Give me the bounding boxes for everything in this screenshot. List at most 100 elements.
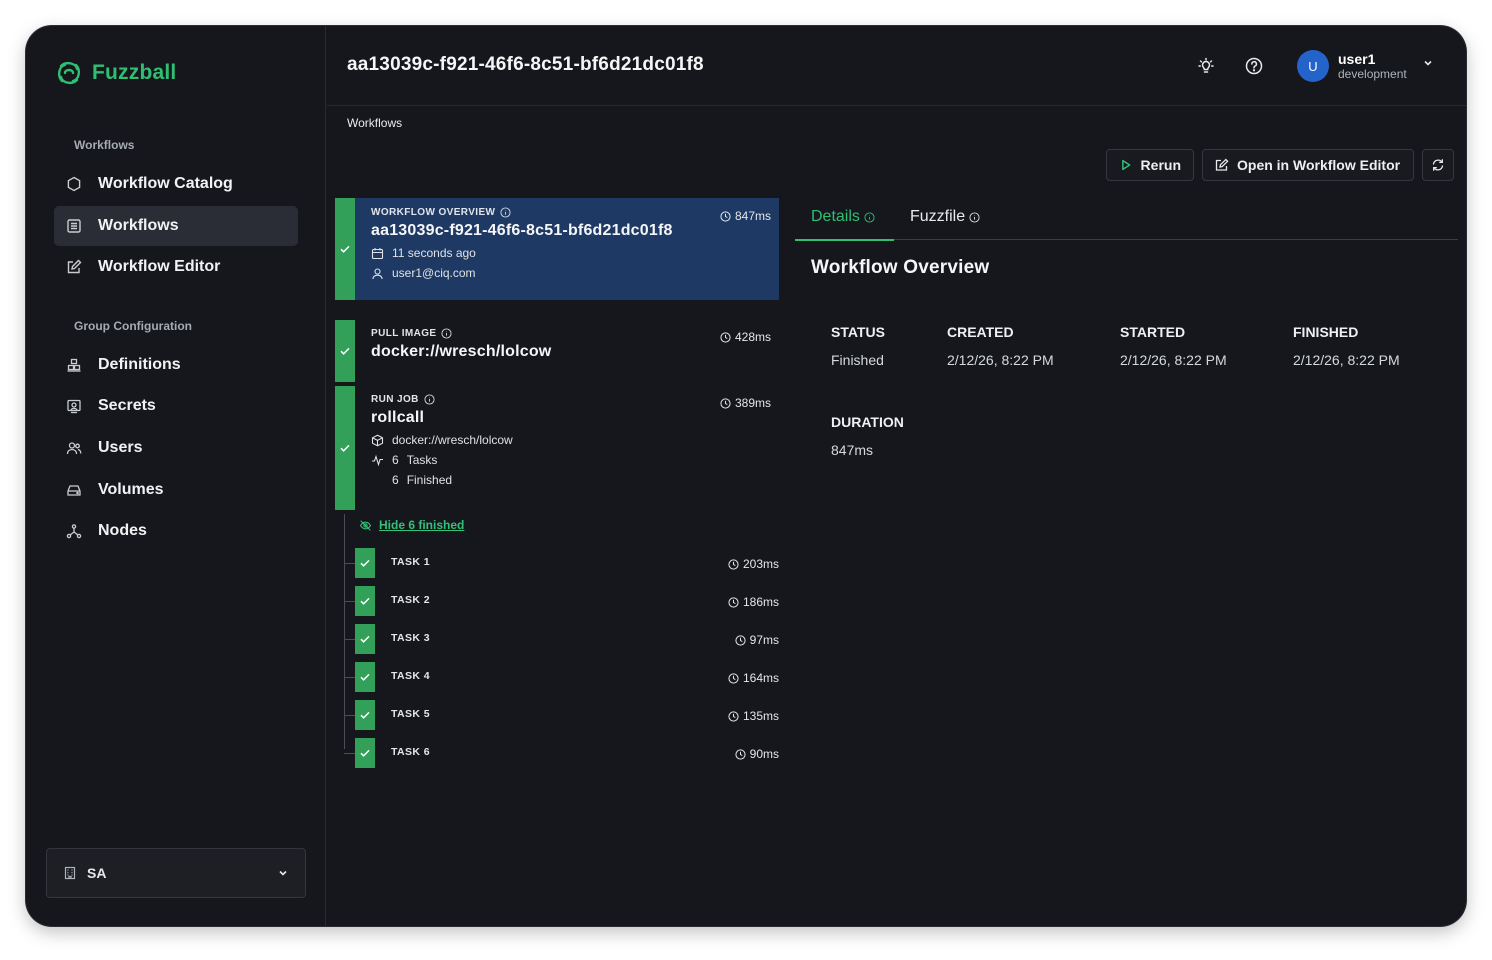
- status-bar: [355, 700, 375, 730]
- task-row[interactable]: TASK 6 90ms: [344, 738, 779, 768]
- open-in-workflow-editor-button[interactable]: Open in Workflow Editor: [1202, 149, 1414, 181]
- status-bar: [355, 548, 375, 578]
- check-icon: [340, 245, 350, 253]
- top-bar: aa13039c-f921-46f6-8c51-bf6d21dc01f8 U u…: [327, 26, 1466, 106]
- breadcrumb[interactable]: Workflows: [347, 116, 402, 130]
- check-icon: [360, 559, 370, 567]
- boxes-icon: [67, 358, 81, 372]
- status-bar: [335, 320, 355, 382]
- activity-icon: [372, 454, 383, 466]
- avatar: U: [1297, 50, 1329, 82]
- user-name: user1: [1338, 50, 1376, 67]
- step-duration: 428ms: [734, 330, 771, 344]
- created-by: user1@ciq.com: [392, 266, 476, 280]
- sidebar-item-label: Definitions: [98, 356, 181, 373]
- check-icon: [360, 597, 370, 605]
- help-icon[interactable]: [1244, 56, 1264, 76]
- sidebar-item-label: Workflow Catalog: [98, 175, 233, 192]
- info-icon[interactable]: [500, 207, 511, 218]
- sidebar-item-secrets[interactable]: Secrets: [54, 386, 298, 426]
- sidebar-item-nodes[interactable]: Nodes: [54, 511, 298, 551]
- info-icon[interactable]: [424, 394, 435, 405]
- task-duration: 164ms: [742, 671, 779, 685]
- user-menu[interactable]: U user1 development: [1297, 50, 1434, 82]
- step-kind: RUN JOB: [371, 394, 419, 405]
- check-icon: [340, 347, 350, 355]
- user-icon: [372, 267, 383, 279]
- status-bar: [355, 662, 375, 692]
- sidebar-item-label: Workflows: [98, 217, 179, 234]
- info-icon[interactable]: [441, 328, 453, 339]
- step-kind: PULL IMAGE: [371, 328, 437, 339]
- tab-label: Fuzzfile: [910, 208, 966, 225]
- task-row[interactable]: TASK 5 135ms: [344, 700, 779, 730]
- sidebar-item-workflows[interactable]: Workflows: [54, 206, 298, 246]
- panel-title: Workflow Overview: [811, 257, 990, 278]
- step-kind: WORKFLOW OVERVIEW: [371, 207, 496, 218]
- job-image: docker://wresch/lolcow: [392, 433, 513, 447]
- hexagon-icon: [67, 176, 81, 192]
- users-icon: [66, 442, 82, 455]
- refresh-button[interactable]: [1422, 149, 1454, 181]
- sidebar-item-users[interactable]: Users: [54, 428, 298, 468]
- sidebar-item-label: Secrets: [98, 397, 156, 414]
- building-icon: [64, 866, 76, 880]
- check-icon: [340, 444, 350, 452]
- status-bar: [355, 738, 375, 768]
- check-icon: [360, 711, 370, 719]
- hide-finished-link[interactable]: Hide 6 finished: [359, 518, 464, 532]
- organization-value: SA: [87, 865, 107, 881]
- clock-icon: [728, 558, 739, 570]
- package-icon: [371, 434, 384, 446]
- sidebar-item-label: Volumes: [98, 481, 164, 498]
- field-label-finished: FINISHED: [1293, 324, 1359, 340]
- step-title: aa13039c-f921-46f6-8c51-bf6d21dc01f8: [371, 222, 673, 239]
- task-row[interactable]: TASK 3 97ms: [344, 624, 779, 654]
- task-duration: 203ms: [742, 557, 779, 571]
- rerun-button[interactable]: Rerun: [1106, 149, 1194, 181]
- run-job-card[interactable]: RUN JOB rollcall docker://wresch/lolcow …: [335, 386, 779, 510]
- organization-select[interactable]: SA: [46, 848, 306, 898]
- field-label-started: STARTED: [1120, 324, 1186, 340]
- tab-fuzzfile[interactable]: Fuzzfile: [910, 208, 980, 226]
- user-info: user1 development: [1338, 51, 1407, 82]
- brand-name: Fuzzball: [92, 61, 177, 84]
- task-row[interactable]: TASK 2 186ms: [344, 586, 779, 616]
- field-value-duration: 847ms: [831, 442, 874, 458]
- sidebar-item-volumes[interactable]: Volumes: [54, 470, 298, 510]
- task-duration: 135ms: [742, 709, 779, 723]
- status-bar: [335, 386, 355, 510]
- brand-logo[interactable]: Fuzzball: [54, 58, 176, 88]
- user-environment: development: [1338, 66, 1407, 81]
- sidebar-item-workflow-editor[interactable]: Workflow Editor: [54, 247, 298, 287]
- clock-icon: [735, 634, 746, 646]
- finished-count: 6: [392, 473, 399, 487]
- task-row[interactable]: TASK 4 164ms: [344, 662, 779, 692]
- task-name: TASK 1: [391, 556, 430, 568]
- field-value-finished: 2/12/26, 8:22 PM: [1293, 352, 1400, 368]
- sidebar-item-definitions[interactable]: Definitions: [54, 345, 298, 385]
- active-tab-indicator: [795, 239, 894, 241]
- pull-image-card[interactable]: PULL IMAGE docker://wresch/lolcow 428ms: [335, 320, 779, 382]
- fuzzball-logo-icon: [57, 61, 81, 85]
- workflow-overview-card[interactable]: WORKFLOW OVERVIEW aa13039c-f921-46f6-8c5…: [335, 198, 779, 300]
- sidebar-item-label: Workflow Editor: [98, 258, 221, 275]
- field-label-status: STATUS: [831, 324, 885, 340]
- field-value-created: 2/12/26, 8:22 PM: [947, 352, 1054, 368]
- clock-icon: [728, 710, 739, 722]
- nav-section-group-configuration: Group Configuration: [74, 319, 192, 333]
- task-name: TASK 3: [391, 632, 430, 644]
- tab-details[interactable]: Details: [811, 208, 875, 226]
- theme-toggle-icon[interactable]: [1196, 56, 1216, 76]
- hide-finished-label: Hide 6 finished: [379, 518, 465, 532]
- clock-icon: [720, 210, 731, 222]
- network-icon: [66, 524, 82, 539]
- sidebar-item-workflow-catalog[interactable]: Workflow Catalog: [54, 164, 298, 204]
- status-bar: [355, 624, 375, 654]
- step-title: docker://wresch/lolcow: [371, 343, 552, 360]
- task-row[interactable]: TASK 1 203ms: [344, 548, 779, 578]
- task-name: TASK 2: [391, 594, 430, 606]
- app-window: Fuzzball Workflows Workflow Catalog Work…: [26, 26, 1466, 926]
- clock-icon: [728, 672, 739, 684]
- clock-icon: [728, 596, 739, 608]
